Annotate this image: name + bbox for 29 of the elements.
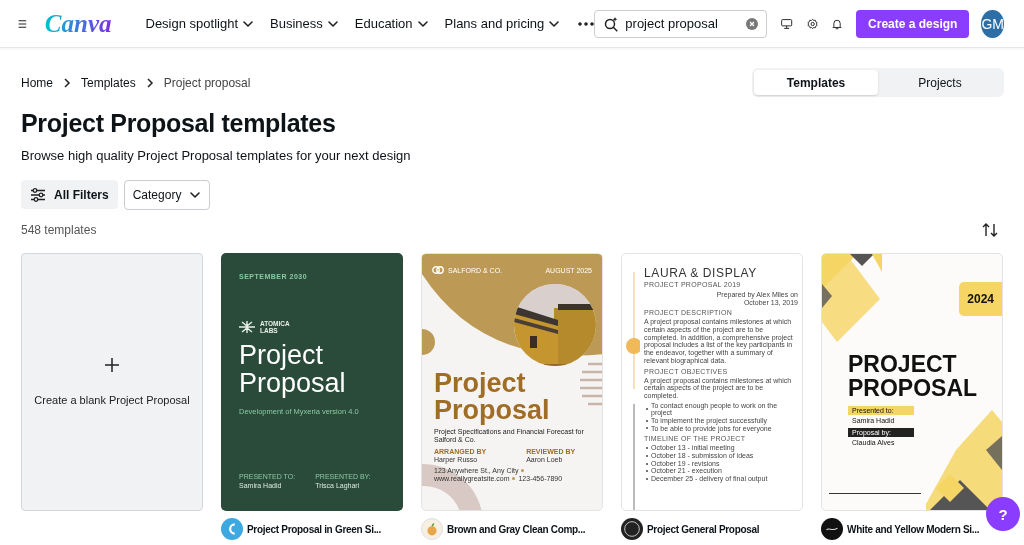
blank-design-card[interactable]: Create a blank Project Proposal bbox=[21, 253, 203, 511]
page-subtitle: Browse high quality Project Proposal templates for your next design bbox=[21, 148, 412, 163]
search-field[interactable]: project proposal bbox=[594, 9, 768, 38]
nav-menu[interactable]: Plans and pricing bbox=[436, 10, 569, 37]
template-title[interactable]: Project Proposal in Green Si... bbox=[247, 523, 382, 535]
thumbnail-heading: Project Proposal bbox=[239, 340, 347, 397]
breadcrumb-link[interactable]: Project proposal bbox=[163, 75, 251, 90]
nav-menu[interactable]: Design spotlight bbox=[137, 10, 262, 37]
view-tab[interactable]: Templates bbox=[754, 70, 878, 95]
nav-menu[interactable]: Education bbox=[346, 10, 437, 37]
thumbnail-heading: PROJECT PROPOSAL bbox=[848, 352, 979, 400]
year-badge: 2024 bbox=[959, 282, 1002, 316]
template-title[interactable]: Brown and Gray Clean Comp... bbox=[447, 523, 586, 535]
category-dropdown[interactable]: Category bbox=[123, 180, 211, 210]
view-tab[interactable]: Projects bbox=[878, 70, 1002, 95]
breadcrumb-link[interactable]: Home bbox=[21, 75, 53, 90]
help-button[interactable]: ? bbox=[986, 497, 1020, 531]
create-design-button[interactable]: Create a design bbox=[856, 9, 970, 38]
all-filters-button[interactable]: All Filters bbox=[21, 180, 118, 209]
thumbnail-heading: LAURA & DISPLAY bbox=[644, 266, 758, 280]
nav-menu[interactable]: Business bbox=[262, 10, 347, 37]
page-title: Project Proposal templates bbox=[21, 109, 337, 138]
template-title[interactable]: White and Yellow Modern Si... bbox=[847, 523, 980, 535]
user-avatar[interactable]: GM bbox=[981, 9, 1004, 38]
template-count: 548 templates bbox=[21, 223, 97, 237]
blank-design-label: Create a blank Project Proposal bbox=[34, 394, 190, 406]
breadcrumb-link[interactable]: Templates bbox=[81, 75, 136, 90]
template-title[interactable]: Project General Proposal bbox=[647, 523, 760, 535]
thumbnail-heading: Project Proposal bbox=[434, 370, 551, 424]
